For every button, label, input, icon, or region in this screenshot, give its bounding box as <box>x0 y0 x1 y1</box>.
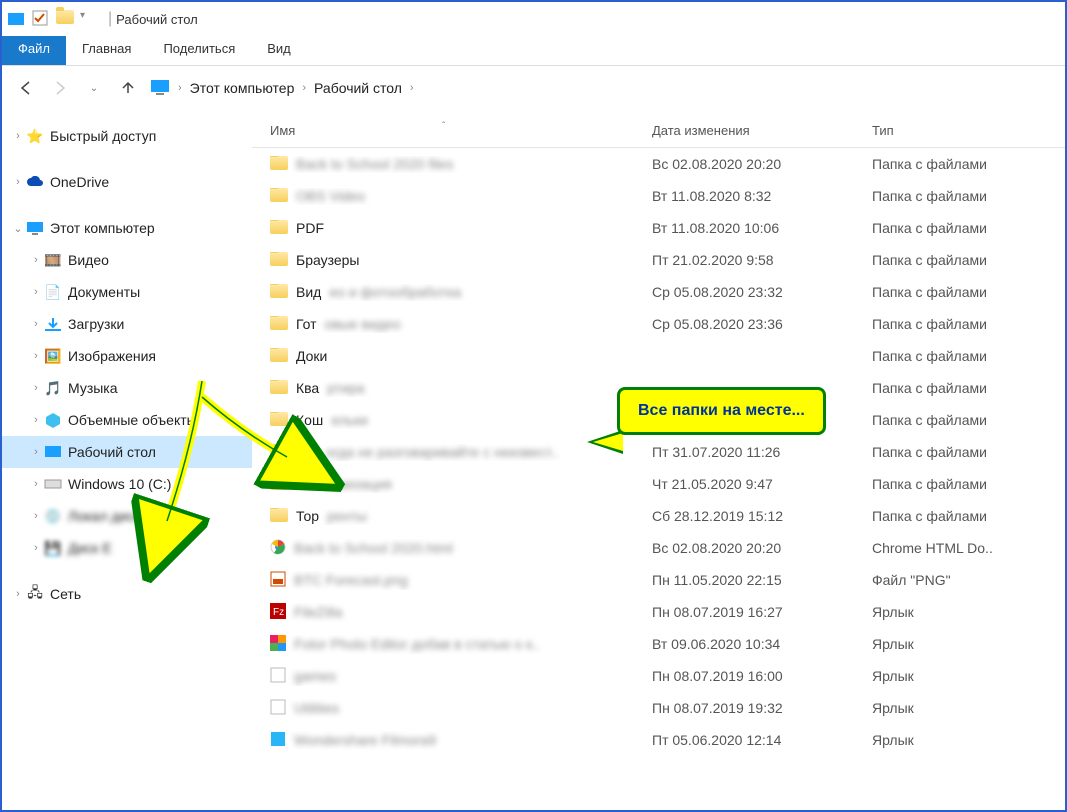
documents-icon: 📄 <box>44 283 62 301</box>
cube-icon <box>44 411 62 429</box>
downloads-icon <box>44 315 62 333</box>
tab-home[interactable]: Главная <box>66 36 147 65</box>
tree-this-pc[interactable]: ⌄Этот компьютер <box>2 212 252 244</box>
recent-dropdown[interactable]: ⌄ <box>82 76 106 100</box>
file-icon <box>270 348 288 365</box>
network-icon: 🖧 <box>26 585 44 603</box>
navbar: ⌄ › Этот компьютер › Рабочий стол › <box>2 66 1065 110</box>
chevron-icon[interactable]: › <box>178 82 182 94</box>
file-icon <box>270 156 288 173</box>
file-icon <box>270 508 288 525</box>
file-icon <box>270 699 286 718</box>
chevron-icon[interactable]: › <box>410 82 414 94</box>
tree-videos[interactable]: ›🎞️Видео <box>2 244 252 276</box>
tree-pictures[interactable]: ›🖼️Изображения <box>2 340 252 372</box>
breadcrumb-current[interactable]: Рабочий стол <box>314 80 402 96</box>
file-icon <box>270 284 288 301</box>
system-icon <box>8 10 26 28</box>
titlebar: ▾ | Рабочий стол <box>2 2 1065 36</box>
pictures-icon: 🖼️ <box>44 347 62 365</box>
file-row[interactable]: BTC Forecast.pngПн 11.05.2020 22:15Файл … <box>252 564 1065 596</box>
file-row[interactable]: PDFВт 11.08.2020 10:06Папка с файлами <box>252 212 1065 244</box>
annotation-callout: Все папки на месте... <box>617 387 826 435</box>
dropdown-titlebar-icon[interactable]: ▾ <box>80 10 98 28</box>
chevron-icon[interactable]: › <box>302 82 306 94</box>
breadcrumb-root[interactable]: Этот компьютер <box>190 80 295 96</box>
forward-button[interactable] <box>48 76 72 100</box>
tab-share[interactable]: Поделиться <box>147 36 251 65</box>
music-icon: 🎵 <box>44 379 62 397</box>
col-name[interactable]: Имяˆ <box>252 123 652 138</box>
desktop-icon <box>44 443 62 461</box>
ribbon: Файл Главная Поделиться Вид <box>2 36 1065 66</box>
col-type[interactable]: Тип <box>872 123 1065 138</box>
tree-network[interactable]: ›🖧Сеть <box>2 578 252 610</box>
file-row[interactable]: Готовые видеоСр 05.08.2020 23:36Папка с … <box>252 308 1065 340</box>
file-row[interactable]: ОптимизацияЧт 21.05.2020 9:47Папка с фай… <box>252 468 1065 500</box>
window-title: Рабочий стол <box>116 12 198 27</box>
file-icon <box>270 252 288 269</box>
file-row[interactable]: Wondershare Filmora9Пт 05.06.2020 12:14Я… <box>252 724 1065 756</box>
tree-quick-access[interactable]: ›⭐Быстрый доступ <box>2 120 252 152</box>
up-button[interactable] <box>116 76 140 100</box>
file-icon <box>270 220 288 237</box>
tree-onedrive[interactable]: ›OneDrive <box>2 166 252 198</box>
back-button[interactable] <box>14 76 38 100</box>
file-row[interactable]: Back to School 2020.htmlВс 02.08.2020 20… <box>252 532 1065 564</box>
file-row[interactable]: БраузерыПт 21.02.2020 9:58Папка с файлам… <box>252 244 1065 276</box>
file-icon <box>270 188 288 205</box>
file-icon <box>270 731 286 750</box>
file-pane: Имяˆ Дата изменения Тип Back to School 2… <box>252 110 1065 810</box>
cloud-icon <box>26 173 44 191</box>
file-row[interactable]: FzFileZillaПн 08.07.2019 16:27Ярлык <box>252 596 1065 628</box>
tab-file[interactable]: Файл <box>2 36 66 65</box>
arrow-to-folder <box>192 392 312 487</box>
file-row[interactable]: никогда не разговаривайте с неизвест..Пт… <box>252 436 1065 468</box>
tree-documents[interactable]: ›📄Документы <box>2 276 252 308</box>
svg-text:Fz: Fz <box>273 607 284 618</box>
file-row[interactable]: Fotor Photo Editor добав в статью о к..В… <box>252 628 1065 660</box>
drive-icon <box>44 475 62 493</box>
pc-icon <box>26 219 44 237</box>
drive-icon: 💾 <box>44 539 62 557</box>
file-row[interactable]: OBS VideoВт 11.08.2020 8:32Папка с файла… <box>252 180 1065 212</box>
drive-icon: 💿 <box>44 507 62 525</box>
file-icon <box>270 316 288 333</box>
file-row[interactable]: Видео и фотообработкаСр 05.08.2020 23:32… <box>252 276 1065 308</box>
file-icon <box>270 539 286 558</box>
file-row[interactable]: Back to School 2020 filesВс 02.08.2020 2… <box>252 148 1065 180</box>
file-row[interactable]: ТоррентыСб 28.12.2019 15:12Папка с файла… <box>252 500 1065 532</box>
video-icon: 🎞️ <box>44 251 62 269</box>
sort-indicator-icon: ˆ <box>442 121 445 132</box>
tab-view[interactable]: Вид <box>251 36 307 65</box>
col-date[interactable]: Дата изменения <box>652 123 872 138</box>
file-row[interactable]: gamesПн 08.07.2019 16:00Ярлык <box>252 660 1065 692</box>
file-icon <box>270 667 286 686</box>
file-row[interactable]: ДокиПапка с файлами <box>252 340 1065 372</box>
star-icon: ⭐ <box>26 127 44 145</box>
titlebar-sep: | <box>108 10 112 28</box>
callout-tail <box>587 430 623 454</box>
file-icon <box>270 635 286 654</box>
column-headers: Имяˆ Дата изменения Тип <box>252 114 1065 148</box>
checkbox-icon[interactable] <box>32 10 50 28</box>
this-pc-icon <box>150 79 170 98</box>
tree-downloads[interactable]: ›Загрузки <box>2 308 252 340</box>
file-row[interactable]: UtilitiesПн 08.07.2019 19:32Ярлык <box>252 692 1065 724</box>
file-icon: Fz <box>270 603 286 622</box>
file-icon <box>270 571 286 590</box>
folder-titlebar-icon <box>56 10 74 28</box>
breadcrumb[interactable]: › Этот компьютер › Рабочий стол › <box>150 79 1057 98</box>
